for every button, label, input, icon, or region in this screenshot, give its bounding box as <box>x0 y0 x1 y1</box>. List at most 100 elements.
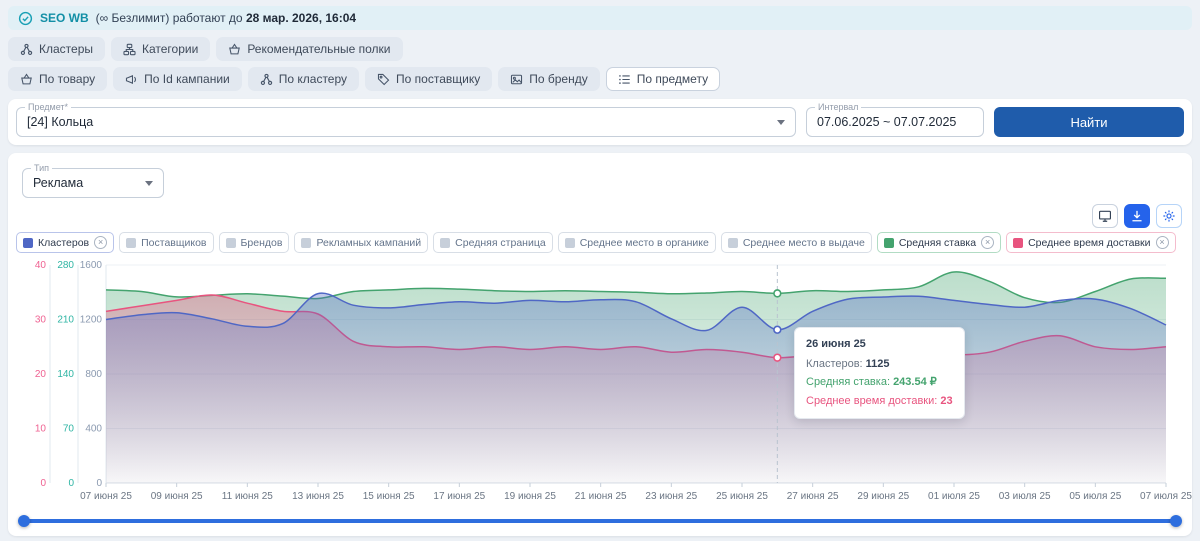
gear-icon <box>1162 209 1176 223</box>
filter-by-cluster[interactable]: По кластеру <box>248 67 359 91</box>
legend-swatch <box>126 238 136 248</box>
tab-label: Рекомендательные полки <box>247 42 390 56</box>
filter-by-subject[interactable]: По предмету <box>606 67 720 91</box>
screenshot-button[interactable] <box>1092 204 1118 228</box>
svg-text:05 июля 25: 05 июля 25 <box>1069 491 1121 502</box>
svg-text:13 июня 25: 13 июня 25 <box>292 491 344 502</box>
marker-point-delivery <box>774 354 781 361</box>
interval-value: 07.06.2025 ~ 07.07.2025 <box>817 115 956 129</box>
basket-icon <box>20 73 33 86</box>
legend-swatch <box>301 238 311 248</box>
svg-text:15 июня 25: 15 июня 25 <box>363 491 415 502</box>
hierarchy-icon <box>123 43 136 56</box>
svg-text:0: 0 <box>68 478 74 489</box>
slider-handle-left[interactable] <box>18 515 30 527</box>
filter-by-campaign-id[interactable]: По Id кампании <box>113 67 242 91</box>
slider-handle-right[interactable] <box>1170 515 1182 527</box>
legend-label: Средняя страница <box>455 237 546 249</box>
svg-text:03 июля 25: 03 июля 25 <box>999 491 1051 502</box>
tab-label: Кластеры <box>39 42 93 56</box>
svg-text:29 июня 25: 29 июня 25 <box>857 491 909 502</box>
download-button[interactable] <box>1124 204 1150 228</box>
svg-text:140: 140 <box>57 369 74 380</box>
interval-label: Интервал <box>815 102 861 112</box>
filter-label: По товару <box>39 72 95 86</box>
type-select[interactable]: Тип Реклама <box>22 168 164 198</box>
monitor-icon <box>1098 209 1112 223</box>
chart-canvas[interactable]: 01020304007014021028004008001200160007 и… <box>16 257 1192 509</box>
chart-card: Тип Реклама Кластеров × Поставщиков Брендов… <box>8 153 1192 536</box>
svg-text:25 июня 25: 25 июня 25 <box>716 491 768 502</box>
check-circle-icon <box>18 11 33 26</box>
svg-text:280: 280 <box>57 260 74 271</box>
filter-by-supplier[interactable]: По поставщику <box>365 67 492 91</box>
subscription-text: (∞ Безлимит) работают до 28 мар. 2026, 1… <box>96 11 356 25</box>
subject-label: Предмет* <box>25 102 71 112</box>
tab-recommendation-shelves[interactable]: Рекомендательные полки <box>216 37 402 61</box>
legend-chip-avg-delivery-time[interactable]: Среднее время доставки × <box>1006 232 1175 253</box>
filter-by-product[interactable]: По товару <box>8 67 107 91</box>
image-icon <box>510 73 523 86</box>
legend-chip-close-icon[interactable]: × <box>1156 236 1169 249</box>
legend-swatch <box>1013 238 1023 248</box>
legend-chip-close-icon[interactable]: × <box>94 236 107 249</box>
svg-text:210: 210 <box>57 315 74 326</box>
zoom-slider[interactable] <box>18 514 1182 528</box>
deadline-text: 28 мар. 2026, 16:04 <box>246 11 356 25</box>
legend-label: Среднее время доставки <box>1028 237 1150 249</box>
legend-chip-avg-organic-position[interactable]: Среднее место в органике <box>558 232 716 253</box>
filter-by-brand[interactable]: По бренду <box>498 67 599 91</box>
svg-text:01 июля 25: 01 июля 25 <box>928 491 980 502</box>
svg-text:1600: 1600 <box>80 260 103 271</box>
legend-swatch <box>440 238 450 248</box>
basket-icon <box>228 43 241 56</box>
filter-label: По Id кампании <box>144 72 230 86</box>
settings-button[interactable] <box>1156 204 1182 228</box>
svg-text:17 июня 25: 17 июня 25 <box>433 491 485 502</box>
legend-chip-avg-serp-position[interactable]: Среднее место в выдаче <box>721 232 872 253</box>
subject-select[interactable]: Предмет* [24] Кольца <box>16 107 796 137</box>
svg-text:23 июня 25: 23 июня 25 <box>645 491 697 502</box>
legend-chip-suppliers[interactable]: Поставщиков <box>119 232 213 253</box>
svg-text:10: 10 <box>35 424 47 435</box>
cluster-icon <box>20 43 33 56</box>
tab-categories[interactable]: Категории <box>111 37 210 61</box>
svg-text:400: 400 <box>85 424 102 435</box>
legend-chip-avg-bid[interactable]: Средняя ставка× <box>877 232 1001 253</box>
interval-input[interactable]: Интервал 07.06.2025 ~ 07.07.2025 <box>806 107 984 137</box>
megaphone-icon <box>125 73 138 86</box>
tab-clusters[interactable]: Кластеры <box>8 37 105 61</box>
svg-text:800: 800 <box>85 369 102 380</box>
legend-label: Кластеров <box>38 237 89 249</box>
type-value: Реклама <box>33 176 83 190</box>
chart[interactable]: 01020304007014021028004008001200160007 и… <box>16 257 1184 509</box>
svg-text:30: 30 <box>35 315 47 326</box>
type-label: Тип <box>31 163 52 173</box>
list-icon <box>618 73 631 86</box>
svg-text:19 июня 25: 19 июня 25 <box>504 491 556 502</box>
marker-point-clusters <box>774 326 781 333</box>
svg-text:21 июня 25: 21 июня 25 <box>575 491 627 502</box>
chevron-down-icon <box>145 181 153 186</box>
svg-text:20: 20 <box>35 369 47 380</box>
chevron-down-icon <box>777 120 785 125</box>
legend-label: Поставщиков <box>141 237 206 249</box>
filter-label: По кластеру <box>279 72 347 86</box>
search-card: Предмет* [24] Кольца Интервал 07.06.2025… <box>8 99 1192 145</box>
legend-chip-close-icon[interactable]: × <box>981 236 994 249</box>
legend-chip-clusters[interactable]: Кластеров × <box>16 232 114 253</box>
filter-label: По бренду <box>529 72 587 86</box>
legend-chip-avg-page[interactable]: Средняя страница <box>433 232 553 253</box>
legend-label: Среднее место в выдаче <box>743 237 865 249</box>
svg-text:0: 0 <box>40 478 46 489</box>
legend-label: Брендов <box>241 237 283 249</box>
download-icon <box>1130 209 1144 223</box>
slider-track[interactable] <box>23 519 1177 523</box>
svg-text:70: 70 <box>63 424 75 435</box>
legend-chip-brands[interactable]: Брендов <box>219 232 290 253</box>
svg-text:11 июня 25: 11 июня 25 <box>222 491 274 502</box>
brand: SEO WB <box>40 11 89 25</box>
legend-swatch <box>23 238 33 248</box>
legend-chip-ad-campaigns[interactable]: Рекламных кампаний <box>294 232 428 253</box>
find-button[interactable]: Найти <box>994 107 1184 137</box>
